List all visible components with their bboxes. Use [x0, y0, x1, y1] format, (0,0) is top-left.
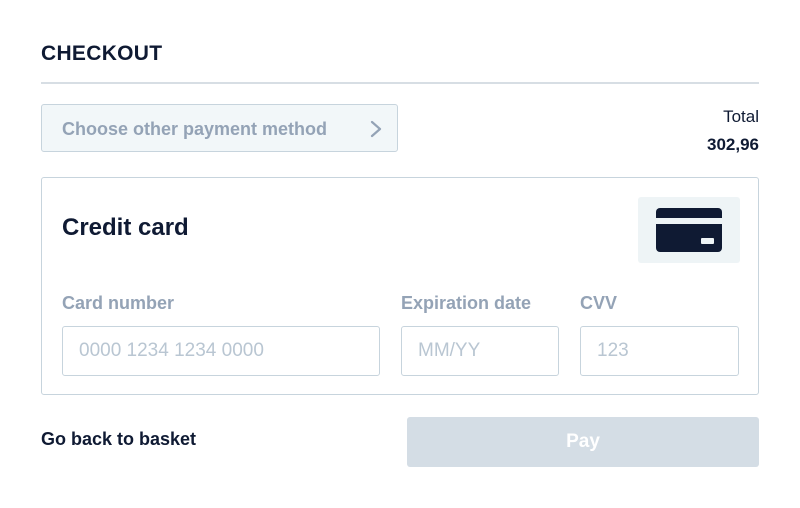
chevron-right-icon [370, 120, 382, 138]
total-value: 302,96 [707, 135, 759, 154]
go-back-to-basket-link[interactable]: Go back to basket [41, 429, 196, 450]
expiration-date-input[interactable] [401, 326, 559, 376]
credit-card-panel: Credit card Card number Expiration date … [41, 177, 759, 395]
expiration-date-label: Expiration date [401, 293, 532, 313]
cvv-label: CVV [580, 293, 618, 313]
total-label: Total [723, 107, 759, 126]
card-number-label: Card number [62, 293, 175, 313]
choose-payment-method-button[interactable]: Choose other payment method [41, 104, 398, 152]
card-number-input[interactable] [62, 326, 380, 376]
credit-card-icon-box [638, 197, 740, 263]
credit-card-icon [656, 208, 722, 252]
credit-card-title: Credit card [62, 214, 189, 241]
page-title: CHECKOUT [41, 42, 163, 65]
choose-payment-method-label: Choose other payment method [62, 119, 328, 139]
header-divider [41, 82, 759, 84]
cvv-input[interactable] [580, 326, 739, 376]
pay-button[interactable]: Pay [407, 417, 759, 467]
